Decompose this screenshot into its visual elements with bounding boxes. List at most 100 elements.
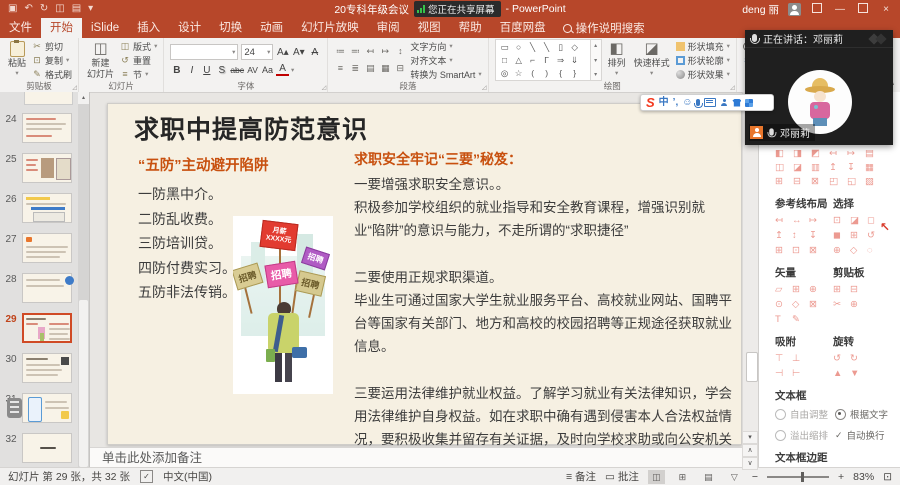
font-name-combo[interactable]: ▾ (170, 44, 238, 60)
tab-animations[interactable]: 动画 (251, 18, 292, 38)
tool-icon[interactable]: ⊣ (775, 368, 792, 380)
normal-view-button[interactable]: ◫ (648, 470, 665, 484)
tool-icon[interactable]: ◧ (775, 148, 793, 160)
zoom-slider[interactable] (767, 476, 829, 478)
account-name[interactable]: deng 丽 (742, 2, 779, 17)
tool-icon[interactable]: ▱ (775, 284, 792, 296)
soft-keyboard-icon[interactable] (704, 98, 716, 107)
thumbnail-slide-24[interactable]: 24 (0, 113, 89, 143)
thumbnail-partial[interactable] (24, 92, 73, 105)
tool-icon[interactable]: ↥ (829, 162, 847, 174)
shape-item[interactable]: □ (498, 54, 512, 66)
thumbnail-scroll-up-icon[interactable]: ▴ (78, 92, 89, 104)
shape-item[interactable]: ▯ (554, 41, 568, 53)
by-text-radio[interactable]: 根据文字 (835, 407, 891, 421)
tool-icon[interactable]: ⊤ (775, 353, 792, 365)
tab-view[interactable]: 视图 (409, 18, 450, 38)
tool-icon[interactable]: ✂ (833, 299, 850, 311)
thumbnail-slide-25[interactable]: 25 (0, 153, 89, 183)
comments-toggle[interactable]: ▭ 批注 (605, 469, 639, 484)
undo-icon[interactable]: ↶ (24, 0, 32, 18)
grow-font-button[interactable]: A▴ (276, 47, 289, 58)
paragraph-icon[interactable]: ≡ (334, 63, 346, 74)
tool-icon[interactable]: ↧ (809, 230, 826, 242)
redo-icon[interactable]: ↻ (40, 0, 48, 18)
paragraph-dialog-launcher-icon[interactable]: ◿ (482, 85, 487, 91)
tell-me-search[interactable]: 操作说明搜索 (555, 18, 653, 38)
thumbnail-slide-29-selected[interactable]: 29 (0, 313, 89, 343)
tool-icon[interactable]: ⊞ (775, 245, 792, 257)
tool-icon[interactable]: ◰ (829, 176, 847, 188)
tool-icon[interactable]: ⊡ (792, 245, 809, 257)
thumbnail-scroll-thumb[interactable] (79, 300, 88, 467)
skin-shirt-icon[interactable] (732, 99, 741, 107)
paragraph-icon[interactable]: ≣ (349, 63, 361, 74)
shape-item[interactable]: ⇓ (568, 54, 582, 66)
shape-effects-button[interactable]: 形状效果▾ (676, 68, 730, 80)
tool-icon[interactable]: ◇ (850, 245, 867, 257)
notes-toggle[interactable]: ≡ 备注 (566, 469, 596, 484)
paragraph-icon[interactable]: ↦ (379, 46, 391, 57)
layout-button[interactable]: ◫版式▾ (120, 40, 157, 52)
italic-button[interactable]: I (185, 65, 198, 76)
shape-item[interactable]: ◎ (498, 67, 512, 79)
save-icon[interactable]: ▣ (8, 0, 17, 18)
paragraph-icon[interactable]: ⊟ (394, 63, 406, 74)
tool-icon[interactable]: ⊕ (850, 299, 867, 311)
tool-icon[interactable]: ▼ (850, 368, 867, 380)
ribbon-display-options-button[interactable] (810, 3, 824, 16)
qat-dropdown-icon[interactable]: ▾ (88, 0, 93, 18)
slide-right-column[interactable]: 求职安全牢记“三要”秘笈： 一要增强求职安全意识。。 积极参加学校组织的就业指导… (354, 148, 734, 474)
tool-icon[interactable]: ⊕ (833, 245, 850, 257)
shape-item[interactable]: △ (512, 54, 526, 66)
tab-transitions[interactable]: 切换 (210, 18, 251, 38)
notes-pane[interactable]: 单击此处添加备注 (90, 447, 742, 467)
tool-icon[interactable]: ▤ (865, 148, 883, 160)
tool-icon[interactable]: ⊟ (793, 176, 811, 188)
paragraph-icon[interactable]: ≔ (334, 46, 346, 57)
emoji-icon[interactable]: ☺ (682, 95, 692, 110)
font-color-button[interactable]: A (276, 64, 289, 76)
tool-icon[interactable]: ◼ (833, 230, 850, 242)
paragraph-icon[interactable]: ▦ (379, 63, 391, 74)
clear-formatting-button[interactable]: A (308, 47, 321, 58)
thumbnail-slide-28[interactable]: 28 (0, 273, 89, 303)
drawing-dialog-launcher-icon[interactable]: ◿ (730, 85, 735, 91)
cut-button[interactable]: ✂剪切 (32, 40, 72, 52)
reading-view-button[interactable]: ▤ (700, 470, 717, 484)
restore-button[interactable] (856, 3, 870, 16)
tool-icon[interactable]: ⊕ (809, 284, 826, 296)
tool-icon[interactable]: ◨ (793, 148, 811, 160)
voice-input-icon[interactable] (696, 99, 700, 106)
account-skin-icon[interactable] (720, 99, 728, 107)
tool-icon[interactable]: ⊙ (775, 299, 792, 311)
copy-button[interactable]: ⊡复制▾ (32, 54, 72, 66)
format-painter-button[interactable]: ✎格式刷 (32, 68, 72, 80)
tab-file[interactable]: 文件 (0, 18, 41, 38)
tool-icon[interactable]: ⊞ (833, 284, 850, 296)
tool-icon[interactable]: ↦ (847, 148, 865, 160)
tool-icon[interactable]: ◱ (847, 176, 865, 188)
tool-icon[interactable]: ▧ (865, 176, 883, 188)
tool-icon[interactable]: ⊠ (809, 299, 826, 311)
word-wrap-checkbox[interactable]: ✓自动换行 (835, 428, 891, 442)
tool-icon[interactable]: ↥ (775, 230, 792, 242)
paragraph-icon[interactable]: ↕ (394, 46, 406, 57)
text-shadow-button[interactable]: S (215, 65, 228, 76)
tab-slideshow[interactable]: 幻灯片放映 (292, 18, 368, 38)
tool-icon[interactable]: ◌ (867, 245, 884, 257)
spellcheck-icon[interactable]: ✓ (140, 470, 153, 483)
slide-sorter-view-button[interactable]: ⊞ (674, 470, 691, 484)
tool-icon[interactable]: ◪ (850, 215, 867, 227)
tool-icon[interactable]: ▦ (865, 162, 883, 174)
tool-icon[interactable]: ⊢ (792, 368, 809, 380)
shape-fill-button[interactable]: 形状填充▾ (676, 40, 730, 52)
tool-icon[interactable]: ↻ (850, 353, 867, 365)
thumbnail-slide-27[interactable]: 27 (0, 233, 89, 263)
paste-button[interactable]: 粘贴 ▾ (6, 41, 28, 79)
quick-styles-button[interactable]: ◪ 快速样式 ▾ (632, 41, 672, 79)
zoom-level[interactable]: 83% (853, 471, 874, 483)
meeting-video-panel[interactable]: 正在讲话：邓丽莉 邓丽莉 (745, 30, 893, 145)
tool-icon[interactable]: ⊞ (850, 230, 867, 242)
free-adjust-radio[interactable]: 自由调整 (775, 407, 831, 421)
